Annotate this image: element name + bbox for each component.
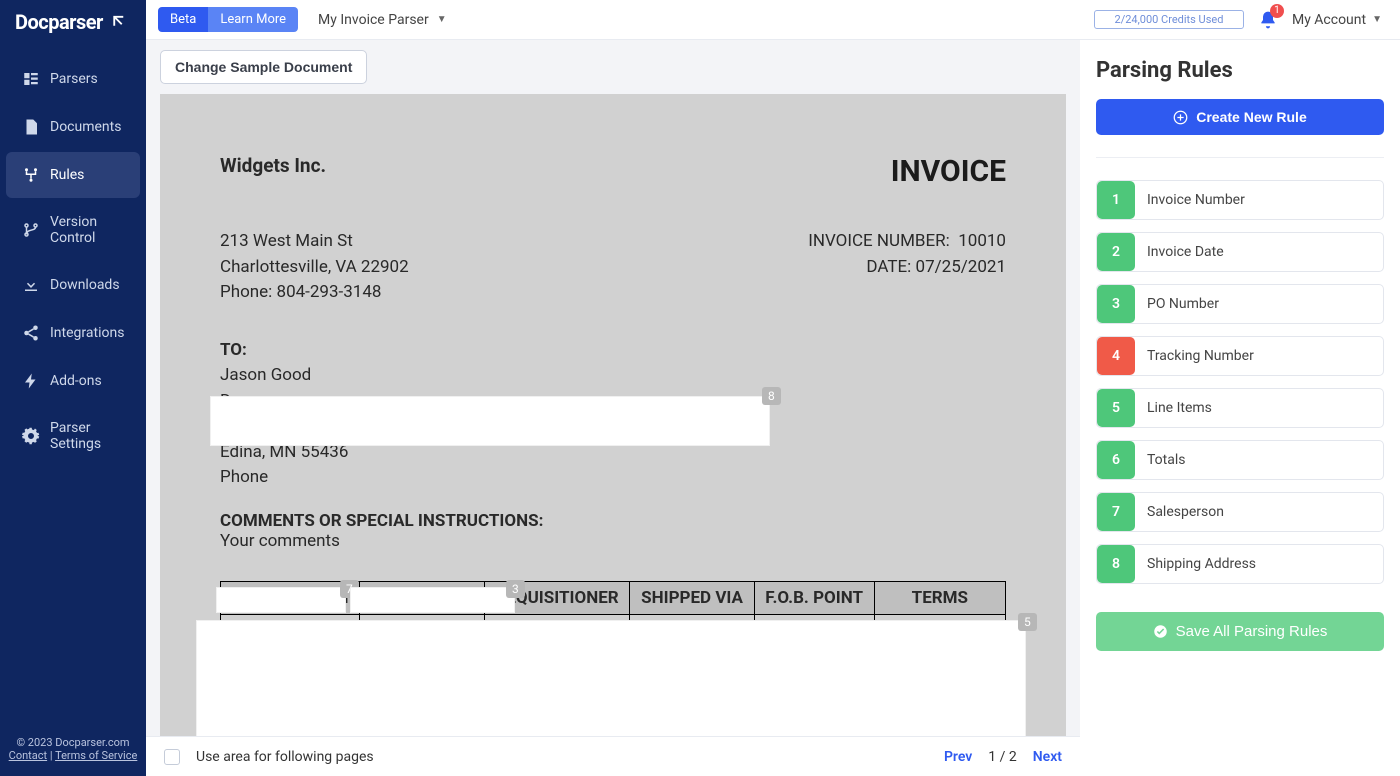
branch-icon (22, 221, 40, 239)
sidebar-item-parsers[interactable]: Parsers (6, 56, 140, 102)
panel-title: Parsing Rules (1096, 58, 1384, 83)
sidebar-item-label: Add-ons (50, 373, 102, 389)
use-area-label: Use area for following pages (196, 749, 374, 765)
invoice-meta: INVOICE NUMBER: 10010 DATE: 07/25/2021 (808, 229, 1006, 306)
account-dropdown[interactable]: My Account ▼ (1292, 12, 1388, 28)
beta-button[interactable]: Beta (158, 7, 208, 32)
notification-count-badge: 1 (1270, 4, 1284, 18)
highlight-3[interactable] (350, 587, 515, 613)
sidebar-item-label: Version Control (50, 214, 124, 246)
rule-item[interactable]: 3PO Number (1096, 284, 1384, 324)
parser-name-label: My Invoice Parser (318, 12, 429, 28)
sidebar-item-label: Parsers (50, 71, 98, 87)
change-sample-document-button[interactable]: Change Sample Document (160, 50, 367, 84)
brand-logo[interactable]: Docparser (0, 0, 146, 44)
sidebar-item-downloads[interactable]: Downloads (6, 262, 140, 308)
parsing-rules-panel: Parsing Rules Create New Rule 1Invoice N… (1080, 40, 1400, 776)
highlight-tag-8: 8 (762, 387, 781, 405)
caret-down-icon: ▼ (1372, 14, 1382, 25)
rule-item[interactable]: 4Tracking Number (1096, 336, 1384, 376)
sidebar-item-rules[interactable]: Rules (6, 152, 140, 198)
use-area-checkbox[interactable] (164, 749, 180, 765)
sidebar-item-label: Downloads (50, 277, 120, 293)
company-address: 213 West Main St Charlottesville, VA 229… (220, 229, 409, 306)
invoice-title: INVOICE (891, 154, 1006, 189)
create-new-rule-button[interactable]: Create New Rule (1096, 99, 1384, 135)
parsers-icon (22, 70, 40, 88)
rule-item[interactable]: 5Line Items (1096, 388, 1384, 428)
download-icon (22, 276, 40, 294)
credits-badge[interactable]: 2/24,000 Credits Used (1094, 10, 1244, 29)
page-indicator: 1 / 2 (988, 749, 1016, 765)
brand-name: Docparser (15, 10, 103, 34)
highlight-7[interactable] (216, 587, 346, 613)
sidebar-item-version-control[interactable]: Version Control (6, 200, 140, 260)
document-page: Widgets Inc. INVOICE 213 West Main St Ch… (160, 94, 1066, 736)
gear-icon (22, 427, 40, 445)
document-viewport[interactable]: Widgets Inc. INVOICE 213 West Main St Ch… (160, 94, 1066, 736)
rule-item[interactable]: 6Totals (1096, 440, 1384, 480)
comments-block: COMMENTS OR SPECIAL INSTRUCTIONS: Your c… (220, 511, 1006, 551)
company-name: Widgets Inc. (220, 154, 326, 177)
sidebar-nav: Parsers Documents Rules Version Control … (0, 54, 146, 726)
save-all-rules-button[interactable]: Save All Parsing Rules (1096, 612, 1384, 651)
highlight-tag-5: 5 (1018, 613, 1037, 631)
rule-item[interactable]: 8Shipping Address (1096, 544, 1384, 584)
highlight-5[interactable] (196, 620, 1026, 736)
sidebar-item-integrations[interactable]: Integrations (6, 310, 140, 356)
sidebar-item-addons[interactable]: Add-ons (6, 358, 140, 404)
highlight-tag-3: 3 (506, 580, 525, 598)
learn-more-button[interactable]: Learn More (208, 7, 298, 32)
beta-button-group: Beta Learn More (158, 7, 298, 32)
sidebar-item-label: Documents (50, 119, 121, 135)
documents-icon (22, 118, 40, 136)
prev-page-link[interactable]: Prev (944, 749, 972, 765)
account-label: My Account (1292, 12, 1366, 28)
parser-name-dropdown[interactable]: My Invoice Parser ▼ (312, 12, 453, 28)
footer-copyright: © 2023 Docparser.com (6, 736, 140, 749)
sidebar-footer: © 2023 Docparser.com Contact | Terms of … (0, 726, 146, 776)
caret-down-icon: ▼ (437, 14, 447, 25)
next-page-link[interactable]: Next (1033, 749, 1062, 765)
rule-item[interactable]: 7Salesperson (1096, 492, 1384, 532)
check-circle-icon (1153, 624, 1168, 639)
plus-circle-icon (1173, 110, 1188, 125)
sidebar-item-documents[interactable]: Documents (6, 104, 140, 150)
bolt-icon (22, 372, 40, 390)
pager-bar: Use area for following pages Prev 1 / 2 … (146, 736, 1080, 776)
footer-tos-link[interactable]: Terms of Service (55, 749, 137, 762)
sidebar-item-label: Parser Settings (50, 420, 124, 452)
share-icon (22, 324, 40, 342)
sidebar-item-label: Rules (50, 167, 84, 183)
rules-icon (22, 166, 40, 184)
main-toolbar: Change Sample Document (146, 40, 1080, 94)
main-area: Change Sample Document Widgets Inc. INVO… (146, 40, 1080, 776)
export-icon (109, 13, 127, 31)
highlight-8[interactable] (210, 396, 770, 446)
rule-item[interactable]: 2Invoice Date (1096, 232, 1384, 272)
sidebar-item-label: Integrations (50, 325, 124, 341)
sidebar-item-parser-settings[interactable]: Parser Settings (6, 406, 140, 466)
rule-item[interactable]: 1Invoice Number (1096, 180, 1384, 220)
sidebar: Docparser Parsers Documents Rules Versio… (0, 0, 146, 776)
topbar: Beta Learn More My Invoice Parser ▼ 2/24… (146, 0, 1400, 40)
notifications-button[interactable]: 1 (1258, 10, 1278, 30)
rules-list: 1Invoice Number 2Invoice Date 3PO Number… (1096, 157, 1384, 584)
footer-contact-link[interactable]: Contact (9, 749, 47, 762)
